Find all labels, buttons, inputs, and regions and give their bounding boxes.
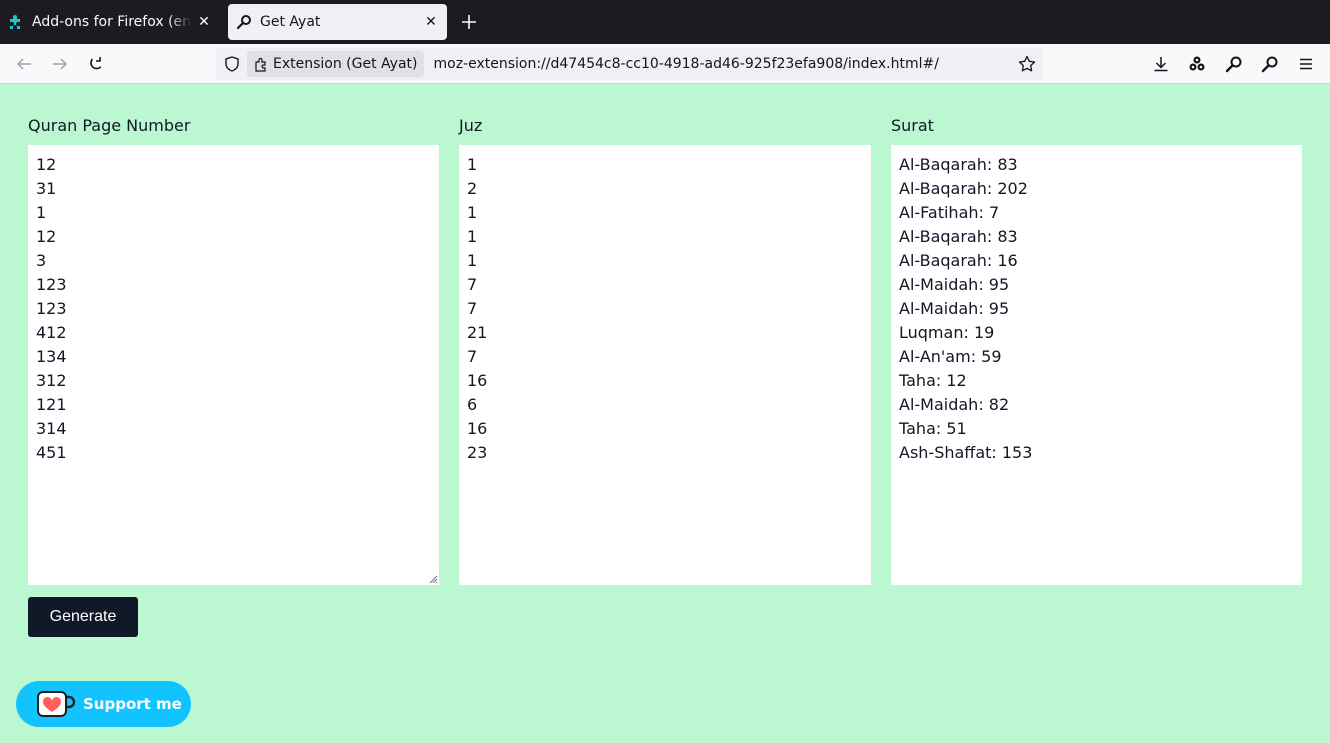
surat-value-line: Taha: 51 [899, 419, 967, 438]
download-icon [1154, 57, 1168, 72]
juz-value-line: 7 [467, 299, 478, 318]
extension-identity-box[interactable]: Extension (Get Ayat) [247, 51, 425, 77]
surat-value-line: Al-Baqarah: 16 [899, 251, 1018, 270]
surat-list: Al-Baqarah: 83 Al-Baqarah: 202 Al-Fatihah:… [899, 153, 1294, 465]
forward-button[interactable] [46, 50, 74, 78]
bookmark-star-icon[interactable] [1017, 54, 1037, 74]
page-number-line: 12 [36, 155, 57, 174]
close-tab-icon[interactable]: ✕ [423, 14, 439, 30]
puzzle-addons-icon [8, 14, 24, 30]
juz-value-line: 23 [467, 443, 488, 462]
hamburger-menu-icon [1300, 58, 1312, 70]
page-number-line: 3 [36, 251, 47, 270]
page-number-line: 121 [36, 395, 67, 414]
reload-button[interactable] [82, 50, 110, 78]
surat-value-line: Al-An'am: 59 [899, 347, 1002, 366]
search-icon [1261, 56, 1278, 73]
browser-tab-strip: Add-ons for Firefox (en-US) ✕ Get Ayat ✕ [0, 0, 1330, 44]
juz-value-line: 16 [467, 419, 488, 438]
juz-value-line: 1 [467, 251, 478, 270]
tab-title: Add-ons for Firefox (en-US) [32, 14, 192, 30]
support-me-label: Support me [83, 695, 182, 713]
resize-grip-icon[interactable] [428, 574, 438, 584]
juz-label: Juz [459, 116, 483, 135]
surat-value-line: Taha: 12 [899, 371, 967, 390]
navigation-toolbar: Extension (Get Ayat) moz-extension://d47… [0, 44, 1330, 84]
juz-value-line: 7 [467, 275, 478, 294]
plus-icon [462, 15, 476, 29]
url-bar[interactable]: Extension (Get Ayat) moz-extension://d47… [216, 48, 1043, 80]
surat-value-line: Luqman: 19 [899, 323, 995, 342]
juz-value-line: 16 [467, 371, 488, 390]
page-number-line: 312 [36, 371, 67, 390]
search-icon [236, 14, 252, 30]
extensions-cluster-icon [1189, 56, 1205, 71]
juz-value-line: 7 [467, 347, 478, 366]
tab-get-ayat[interactable]: Get Ayat ✕ [228, 4, 447, 40]
surat-value-line: Al-Baqarah: 83 [899, 227, 1018, 246]
support-me-button[interactable]: Support me [16, 681, 191, 727]
juz-value-line: 1 [467, 203, 478, 222]
downloads-button[interactable] [1147, 50, 1175, 78]
page-number-list: 12 31 1 12 3 123 123 412 134 312 121 314 451 [36, 153, 431, 465]
app-menu-button[interactable] [1292, 50, 1320, 78]
back-button[interactable] [10, 50, 38, 78]
get-ayat-extension-button[interactable] [1220, 50, 1248, 78]
tab-addons[interactable]: Add-ons for Firefox (en-US) ✕ [0, 4, 220, 40]
juz-value-line: 6 [467, 395, 478, 414]
tab-title: Get Ayat [260, 14, 321, 30]
page-number-textarea[interactable]: 12 31 1 12 3 123 123 412 134 312 121 314 451 [28, 145, 439, 585]
tracking-protection-shield-icon[interactable] [217, 48, 247, 80]
juz-list: 1 2 1 1 1 7 7 21 7 16 6 16 23 [467, 153, 863, 465]
search-icon [1225, 56, 1242, 73]
surat-value-line: Al-Fatihah: 7 [899, 203, 1000, 222]
page-number-line: 12 [36, 227, 57, 246]
search-extension-button[interactable] [1256, 50, 1284, 78]
juz-value-line: 1 [467, 227, 478, 246]
surat-output: Al-Baqarah: 83 Al-Baqarah: 202 Al-Fatihah:… [891, 145, 1302, 585]
identity-label: Extension (Get Ayat) [273, 56, 418, 72]
page-number-label: Quran Page Number [28, 116, 191, 135]
arrow-right-icon [53, 58, 68, 70]
reload-icon [90, 57, 102, 70]
generate-button[interactable]: Generate [28, 597, 138, 637]
close-tab-icon[interactable]: ✕ [196, 14, 212, 30]
page-number-line: 412 [36, 323, 67, 342]
page-number-line: 123 [36, 299, 67, 318]
juz-value-line: 21 [467, 323, 488, 342]
surat-value-line: Al-Maidah: 82 [899, 395, 1010, 414]
page-number-line: 1 [36, 203, 47, 222]
url-text[interactable]: moz-extension://d47454c8-cc10-4918-ad46-… [433, 56, 938, 72]
page-content: Quran Page Number 12 31 1 12 3 123 123 412 134 31… [0, 85, 1330, 743]
surat-label: Surat [891, 116, 934, 135]
page-number-line: 31 [36, 179, 57, 198]
juz-value-line: 2 [467, 179, 478, 198]
surat-value-line: Ash-Shaffat: 153 [899, 443, 1033, 462]
surat-value-line: Al-Baqarah: 83 [899, 155, 1018, 174]
page-number-line: 314 [36, 419, 67, 438]
juz-output: 1 2 1 1 1 7 7 21 7 16 6 16 23 [459, 145, 871, 585]
surat-value-line: Al-Maidah: 95 [899, 299, 1010, 318]
puzzle-piece-icon [253, 56, 269, 72]
page-number-line: 123 [36, 275, 67, 294]
juz-value-line: 1 [467, 155, 478, 174]
extensions-button[interactable] [1183, 50, 1211, 78]
surat-value-line: Al-Baqarah: 202 [899, 179, 1028, 198]
page-number-line: 451 [36, 443, 67, 462]
page-number-line: 134 [36, 347, 67, 366]
new-tab-button[interactable] [455, 8, 483, 36]
arrow-left-icon [16, 58, 31, 70]
kofi-cup-heart-icon [36, 689, 76, 719]
surat-value-line: Al-Maidah: 95 [899, 275, 1010, 294]
